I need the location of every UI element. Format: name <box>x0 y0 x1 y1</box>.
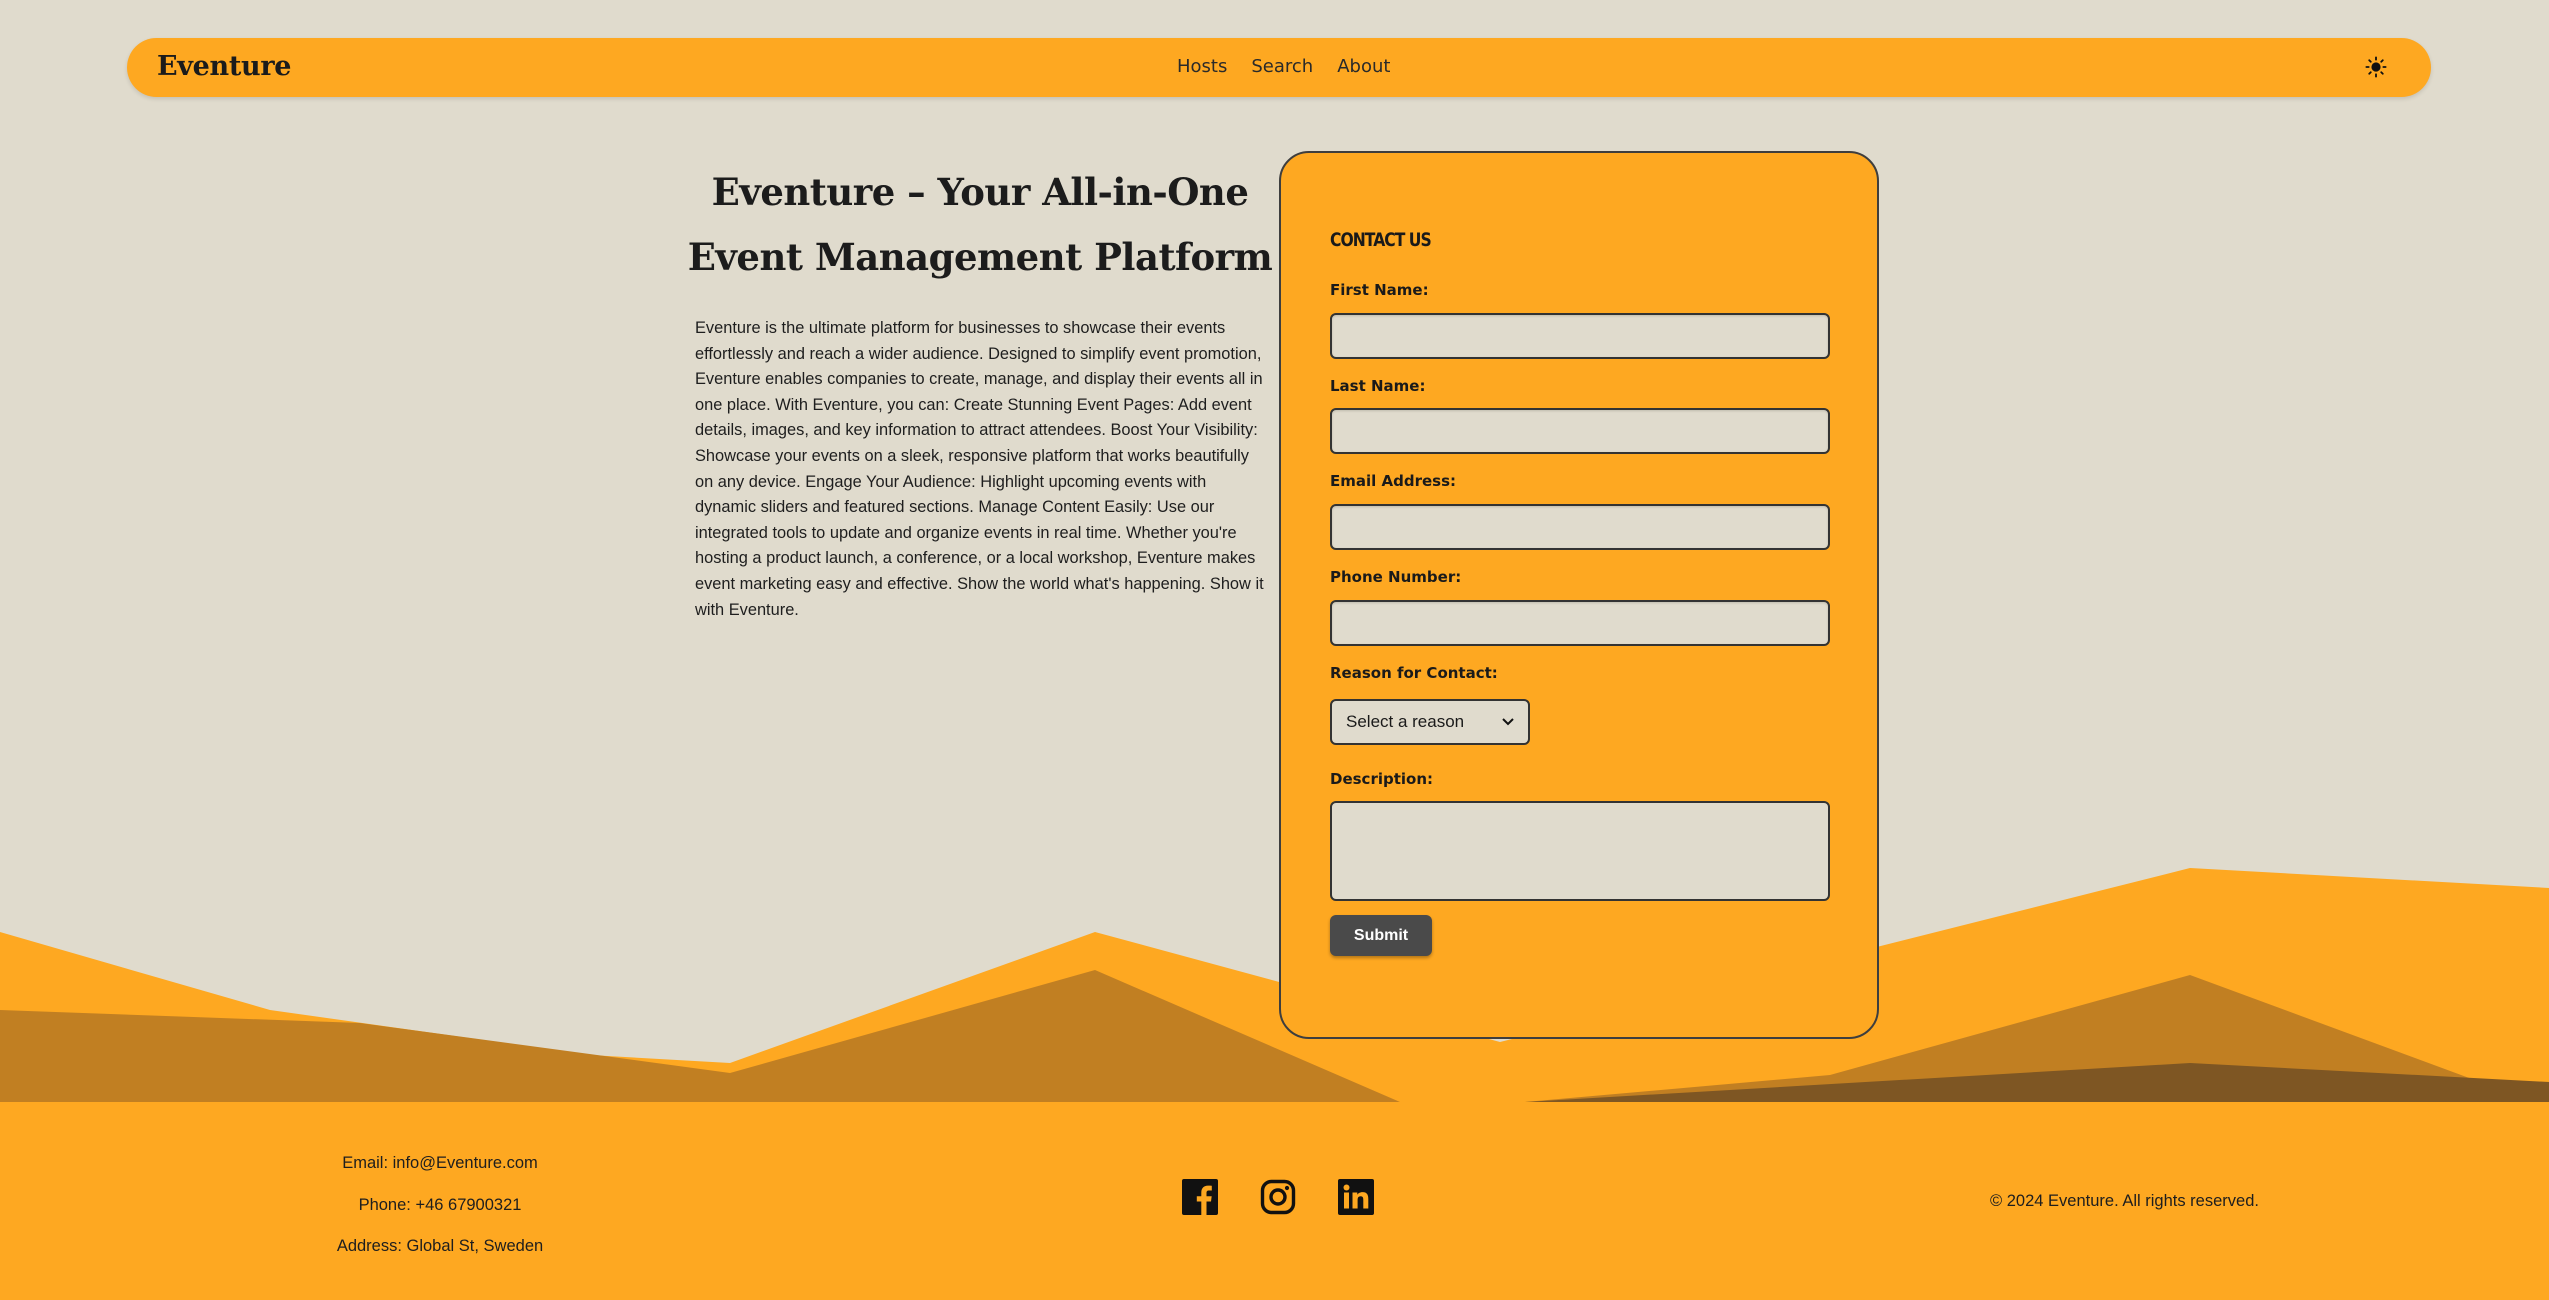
brand-logo[interactable]: Eventure <box>157 51 291 82</box>
contact-form-card: CONTACT US First Name: Last Name: Email … <box>1279 151 1879 1039</box>
navbar: Eventure Hosts Search About <box>127 38 2431 97</box>
first-name-label: First Name: <box>1330 281 1429 299</box>
chevron-down-icon <box>1502 718 1514 726</box>
phone-label: Phone Number: <box>1330 568 1462 586</box>
nav-link-about[interactable]: About <box>1337 56 1390 77</box>
footer-address: Address: Global St, Sweden <box>336 1237 544 1255</box>
hero-description: Eventure is the ultimate platform for bu… <box>695 319 1264 619</box>
last-name-input[interactable] <box>1330 408 1830 454</box>
footer-contact-info: Email: info@Eventure.com Phone: +46 6790… <box>300 1151 580 1276</box>
description-textarea[interactable] <box>1330 801 1830 901</box>
email-input[interactable] <box>1330 504 1830 550</box>
page-title-line1: Eventure – Your All-in-One <box>711 170 1249 214</box>
mountain-decoration <box>0 868 2549 1102</box>
nav-links: Hosts Search About <box>1177 56 1414 77</box>
footer-phone: Phone: +46 67900321 <box>358 1195 522 1214</box>
theme-toggle-button[interactable] <box>2361 52 2391 82</box>
phone-input[interactable] <box>1330 600 1830 646</box>
linkedin-icon[interactable] <box>1338 1179 1374 1215</box>
first-name-input[interactable] <box>1330 313 1830 359</box>
last-name-label: Last Name: <box>1330 377 1426 395</box>
sun-icon <box>2365 56 2387 78</box>
email-label: Email Address: <box>1330 472 1457 490</box>
instagram-icon[interactable] <box>1260 1179 1296 1215</box>
form-heading: CONTACT US <box>1330 229 1432 251</box>
page-title: Eventure – Your All-in-One Event Managem… <box>680 160 1280 290</box>
reason-select-value: Select a reason <box>1346 712 1465 731</box>
reason-label: Reason for Contact: <box>1330 664 1498 682</box>
reason-select[interactable]: Select a reason <box>1330 699 1530 745</box>
submit-button[interactable]: Submit <box>1330 915 1432 956</box>
social-links <box>1182 1179 1374 1215</box>
footer: Email: info@Eventure.com Phone: +46 6790… <box>0 1102 2549 1300</box>
footer-email: Email: info@Eventure.com <box>342 1154 538 1172</box>
nav-link-hosts[interactable]: Hosts <box>1177 56 1227 77</box>
page-title-line2: Event Management Platform <box>687 235 1273 279</box>
copyright-text: © 2024 Eventure. All rights reserved. <box>1990 1192 2259 1210</box>
facebook-icon[interactable] <box>1182 1179 1218 1215</box>
nav-link-search[interactable]: Search <box>1251 56 1313 77</box>
description-label: Description: <box>1330 770 1434 788</box>
